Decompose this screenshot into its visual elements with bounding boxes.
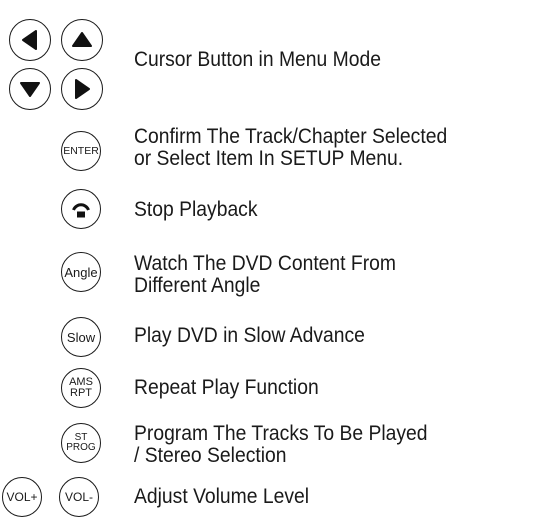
program-description-line-1: Program The Tracks To Be Played: [134, 422, 428, 445]
up-arrow-icon: [72, 32, 92, 47]
vol-minus-button[interactable]: VOL-: [59, 477, 99, 517]
ams-rpt-button[interactable]: AMS RPT: [61, 368, 101, 408]
up-cursor-button[interactable]: [61, 19, 103, 61]
rpt-label: RPT: [70, 387, 92, 399]
stop-description: Stop Playback: [134, 198, 258, 221]
cursor-description: Cursor Button in Menu Mode: [134, 48, 381, 71]
right-cursor-button[interactable]: [61, 68, 103, 110]
angle-button[interactable]: Angle: [61, 252, 101, 292]
st-prog-button[interactable]: ST PROG: [61, 423, 101, 463]
left-cursor-button[interactable]: [9, 19, 51, 61]
ams-rpt-label: AMS RPT: [69, 377, 93, 399]
right-arrow-icon: [75, 79, 90, 99]
angle-label: Angle: [64, 264, 98, 280]
prog-label: PROG: [66, 442, 96, 453]
program-description-line-2: / Stereo Selection: [134, 444, 287, 467]
repeat-description: Repeat Play Function: [134, 376, 319, 399]
stop-icon: [72, 203, 90, 218]
slow-button[interactable]: Slow: [61, 317, 101, 357]
down-arrow-icon: [20, 82, 40, 97]
vol-minus-label: VOL-: [64, 490, 93, 504]
enter-description-line-1: Confirm The Track/Chapter Selected: [134, 125, 448, 148]
enter-label: ENTER: [63, 144, 99, 157]
slow-label: Slow: [66, 329, 96, 345]
enter-description-line-2: or Select Item In SETUP Menu.: [134, 147, 404, 170]
stop-button[interactable]: [61, 189, 101, 229]
left-arrow-icon: [22, 30, 37, 50]
angle-description-line-1: Watch The DVD Content From: [134, 252, 396, 275]
angle-description-line-2: Different Angle: [134, 274, 261, 297]
st-prog-label: ST PROG: [66, 433, 95, 453]
enter-button[interactable]: ENTER: [61, 131, 101, 171]
vol-plus-button[interactable]: VOL+: [2, 477, 42, 517]
vol-plus-label: VOL+: [6, 490, 38, 504]
volume-description: Adjust Volume Level: [134, 485, 310, 508]
down-cursor-button[interactable]: [9, 68, 51, 110]
slow-description: Play DVD in Slow Advance: [134, 324, 365, 347]
